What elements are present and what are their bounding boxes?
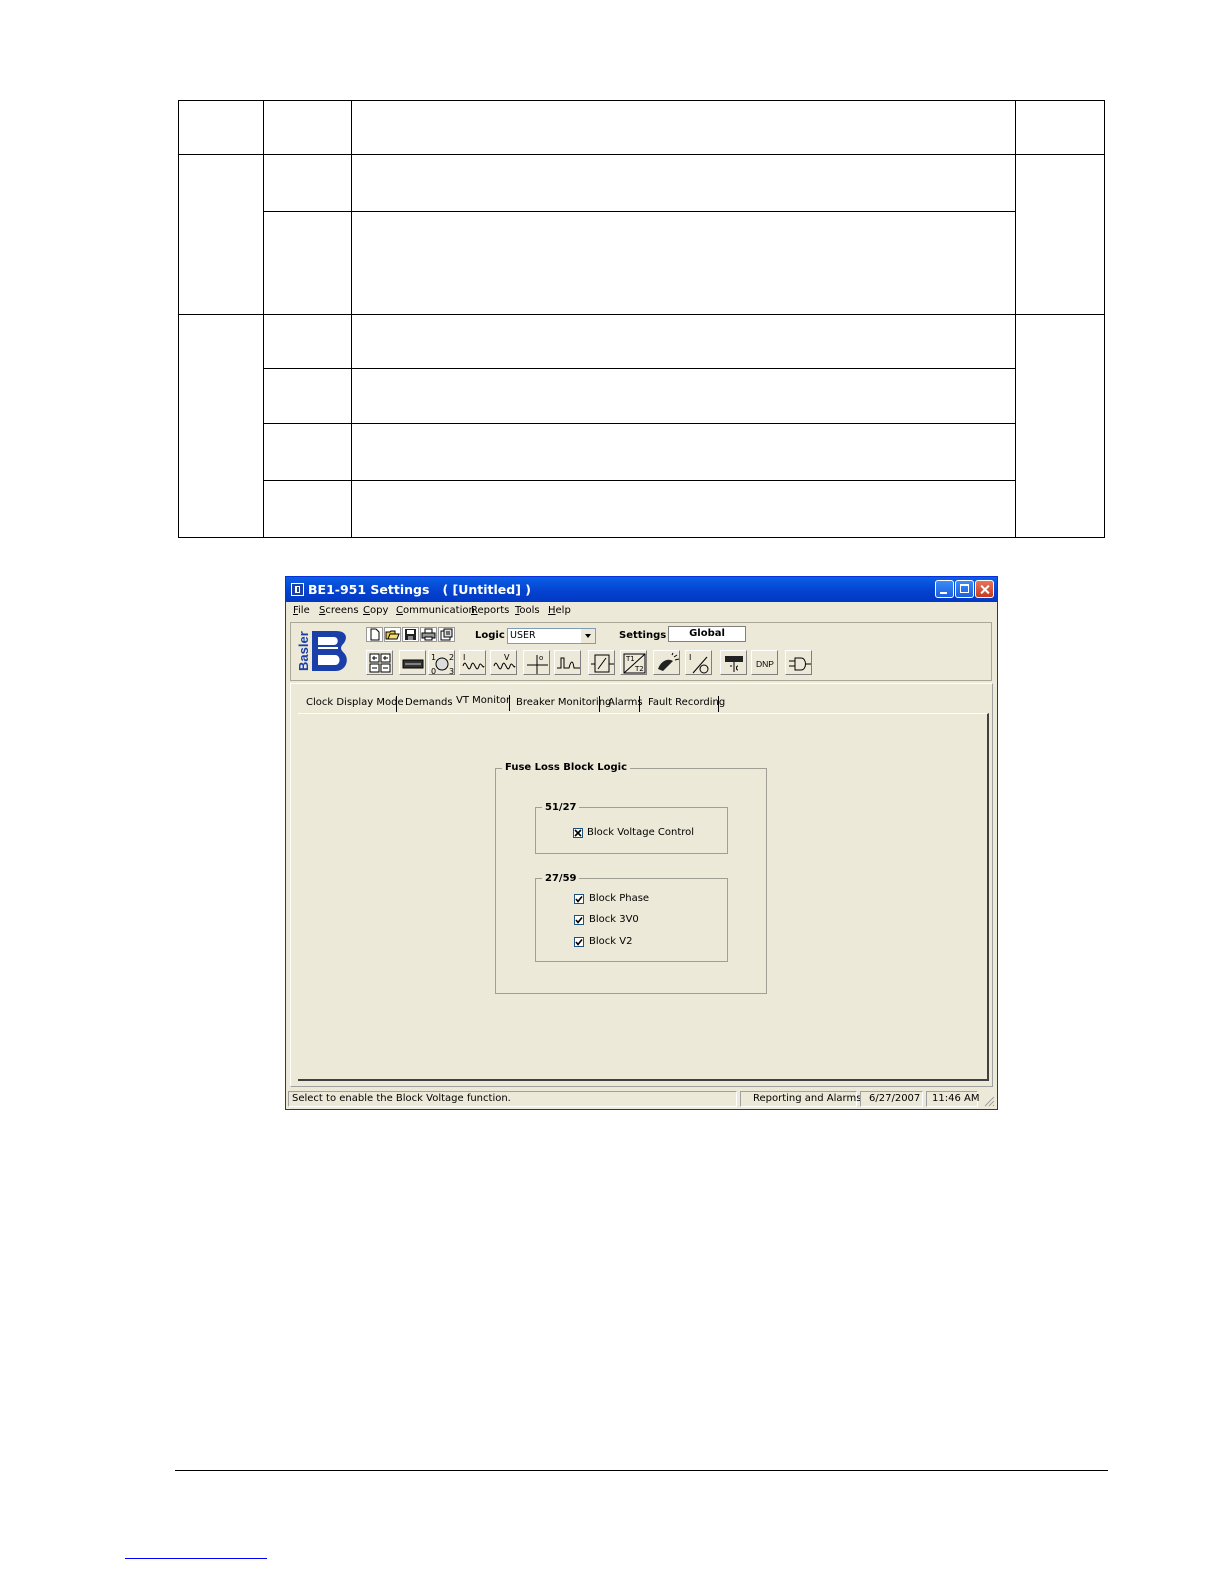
current-protection-icon[interactable]: I bbox=[459, 650, 486, 675]
current-trip-icon[interactable]: I bbox=[685, 650, 712, 675]
svg-text:I: I bbox=[689, 653, 691, 662]
menu-copy[interactable]: Copy bbox=[363, 605, 388, 616]
block-v2-label[interactable]: Block V2 bbox=[589, 936, 632, 947]
status-date: 6/27/2007 bbox=[860, 1091, 923, 1107]
svg-text:o: o bbox=[539, 654, 543, 662]
settings-group-display: Global bbox=[668, 626, 746, 642]
resize-grip-icon[interactable] bbox=[984, 1096, 995, 1107]
group-27-59-title: 27/59 bbox=[542, 873, 580, 884]
svg-text:T2: T2 bbox=[634, 665, 644, 673]
properties-icon[interactable] bbox=[438, 627, 455, 642]
menu-screens[interactable]: Screens bbox=[319, 605, 359, 616]
status-time: 11:46 AM bbox=[926, 1091, 979, 1107]
settings-grid-icon[interactable] bbox=[366, 650, 393, 675]
io-ct-icon[interactable]: 1 2 0 3 bbox=[428, 650, 455, 675]
tab-demands[interactable]: Demands bbox=[405, 697, 453, 714]
block-phase-checkbox[interactable] bbox=[574, 894, 584, 904]
block-3v0-label[interactable]: Block 3V0 bbox=[589, 914, 639, 925]
footer-link-underline[interactable] bbox=[125, 1558, 267, 1559]
title-bar[interactable]: BE1-951 Settings ( [Untitled] ) bbox=[286, 577, 997, 602]
window-title: BE1-951 Settings ( [Untitled] ) bbox=[308, 582, 532, 597]
menu-communication[interactable]: Communication bbox=[396, 605, 475, 616]
block-3v0-checkbox[interactable] bbox=[574, 915, 584, 925]
angle-icon[interactable]: o bbox=[523, 650, 550, 675]
group-51-27-title: 51/27 bbox=[542, 802, 580, 813]
menu-bar: File Screens Copy Communication Reports … bbox=[286, 602, 997, 620]
tab-alarms[interactable]: Alarms bbox=[608, 697, 643, 714]
footer-rule bbox=[175, 1470, 1108, 1471]
open-folder-icon[interactable] bbox=[384, 627, 401, 642]
toolbar: Basler Logic USER Settings Global 1 2 0 … bbox=[290, 622, 992, 681]
block-voltage-control-checkbox[interactable] bbox=[573, 828, 583, 838]
voltage-protection-icon[interactable]: V bbox=[490, 650, 517, 675]
test-terminal-icon[interactable] bbox=[720, 650, 747, 675]
document-table bbox=[178, 100, 1105, 538]
relay-unit-icon[interactable] bbox=[399, 650, 426, 675]
tab-clock-display-mode[interactable]: Clock Display Mode bbox=[306, 697, 404, 714]
svg-text:V: V bbox=[504, 653, 510, 662]
svg-text:3: 3 bbox=[449, 667, 454, 675]
block-phase-label[interactable]: Block Phase bbox=[589, 893, 649, 904]
transformer-icon[interactable]: T1 T2 bbox=[620, 650, 647, 675]
logic-value: USER bbox=[510, 630, 536, 641]
status-section: Reporting and Alarms bbox=[740, 1091, 861, 1107]
menu-help[interactable]: Help bbox=[548, 605, 571, 616]
svg-text:T1: T1 bbox=[625, 655, 635, 663]
minimize-button[interactable] bbox=[935, 580, 954, 598]
alarm-bell-icon[interactable] bbox=[653, 650, 680, 675]
svg-text:DNP: DNP bbox=[756, 659, 774, 669]
block-voltage-control-label[interactable]: Block Voltage Control bbox=[587, 827, 694, 838]
logo-text: Basler bbox=[296, 631, 311, 671]
dnp-button[interactable]: DNP bbox=[751, 650, 778, 675]
menu-file[interactable]: File bbox=[293, 605, 310, 616]
status-bar: Select to enable the Block Voltage funct… bbox=[286, 1089, 997, 1109]
chevron-down-icon[interactable] bbox=[581, 629, 595, 643]
svg-text:0: 0 bbox=[431, 667, 436, 675]
status-message: Select to enable the Block Voltage funct… bbox=[288, 1091, 737, 1107]
settings-label: Settings bbox=[619, 630, 667, 641]
save-icon[interactable] bbox=[402, 627, 419, 642]
tab-fault-recording[interactable]: Fault Recording bbox=[648, 697, 725, 714]
print-icon[interactable] bbox=[420, 627, 437, 642]
tab-vt-monitor[interactable]: VT Monitor bbox=[456, 695, 510, 712]
maximize-button[interactable] bbox=[955, 580, 974, 598]
svg-text:I: I bbox=[463, 653, 465, 662]
close-button[interactable] bbox=[975, 580, 994, 598]
breaker-icon[interactable] bbox=[588, 650, 615, 675]
settings-window: BE1-951 Settings ( [Untitled] ) File Scr… bbox=[285, 576, 998, 1110]
fuse-loss-title: Fuse Loss Block Logic bbox=[502, 762, 631, 773]
svg-text:1: 1 bbox=[431, 653, 436, 662]
svg-text:2: 2 bbox=[449, 653, 454, 662]
menu-reports[interactable]: Reports bbox=[471, 605, 509, 616]
pulse-timer-icon[interactable] bbox=[554, 650, 581, 675]
block-v2-checkbox[interactable] bbox=[574, 937, 584, 947]
logic-label: Logic bbox=[475, 630, 505, 641]
logic-select[interactable]: USER bbox=[507, 628, 596, 644]
logic-gate-icon[interactable] bbox=[785, 650, 812, 675]
menu-tools[interactable]: Tools bbox=[515, 605, 540, 616]
basler-logo: Basler bbox=[296, 631, 347, 671]
app-icon[interactable] bbox=[291, 583, 304, 596]
new-file-icon[interactable] bbox=[366, 627, 383, 642]
tab-breaker-monitoring[interactable]: Breaker Monitoring bbox=[516, 697, 611, 714]
